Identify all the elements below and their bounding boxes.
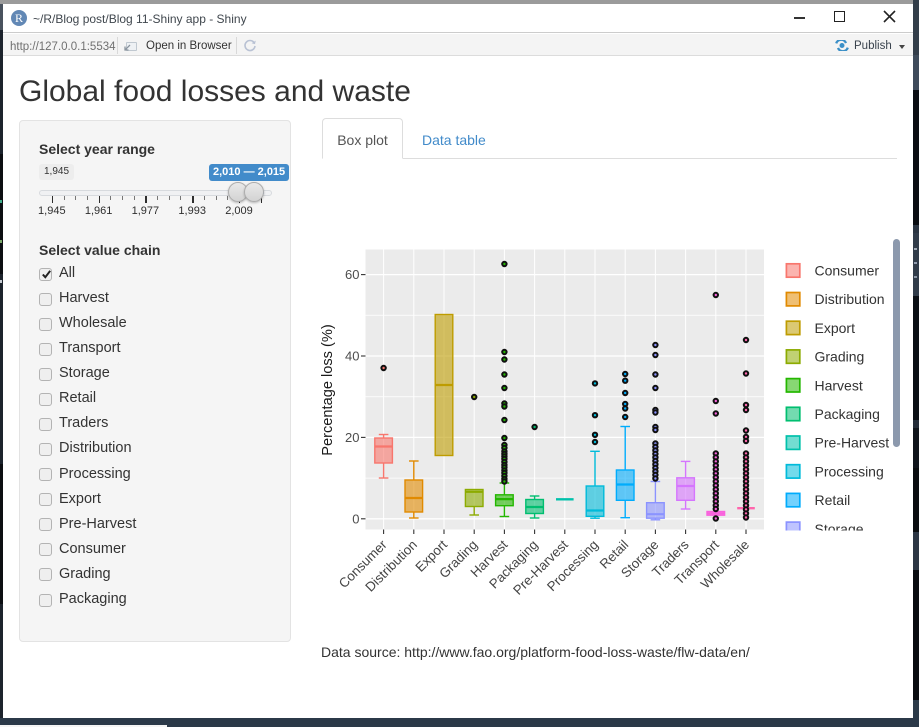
svg-text:20: 20: [345, 430, 359, 445]
svg-text:60: 60: [345, 267, 359, 282]
svg-text:Storage: Storage: [815, 521, 864, 537]
svg-text:Harvest: Harvest: [815, 377, 863, 393]
svg-text:Consumer: Consumer: [815, 263, 880, 279]
svg-text:Distribution: Distribution: [815, 291, 885, 307]
svg-text:40: 40: [345, 349, 359, 364]
svg-text:Packaging: Packaging: [815, 406, 880, 422]
svg-text:Export: Export: [815, 320, 856, 336]
svg-text:Retail: Retail: [815, 492, 851, 508]
svg-text:Processing: Processing: [815, 463, 884, 479]
svg-text:0: 0: [352, 511, 359, 526]
svg-text:Percentage loss (%): Percentage loss (%): [320, 324, 336, 455]
svg-text:Pre-Harvest: Pre-Harvest: [815, 435, 890, 451]
svg-text:Grading: Grading: [815, 349, 865, 365]
